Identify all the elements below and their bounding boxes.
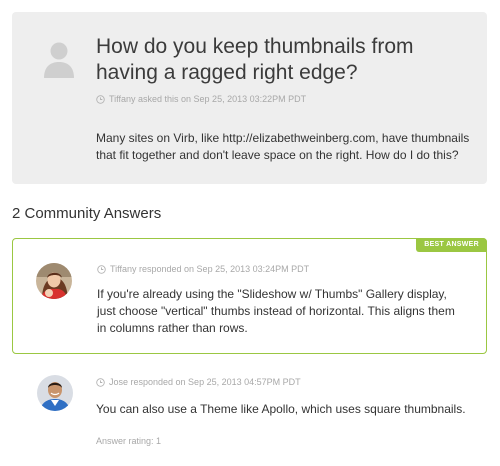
tiffany-avatar-icon xyxy=(36,263,72,299)
answer-meta-text: Tiffany responded on Sep 25, 2013 03:24P… xyxy=(110,264,310,274)
question-meta: Tiffany asked this on Sep 25, 2013 03:22… xyxy=(96,94,306,104)
clock-icon xyxy=(97,264,106,274)
question-body: Many sites on Virb, like http://elizabet… xyxy=(96,131,470,162)
answer-card: Jose responded on Sep 25, 2013 04:57PM P… xyxy=(12,365,487,460)
avatar[interactable] xyxy=(37,375,73,411)
question-card: How do you keep thumbnails from having a… xyxy=(12,12,487,184)
best-answer-card: BEST ANSWER Tiffany responded on Sep 25,… xyxy=(12,238,487,354)
default-user-avatar-icon xyxy=(44,42,74,78)
clock-icon xyxy=(96,94,105,104)
answer-meta-text: Jose responded on Sep 25, 2013 04:57PM P… xyxy=(109,377,301,387)
answer-meta: Jose responded on Sep 25, 2013 04:57PM P… xyxy=(96,377,301,387)
clock-icon xyxy=(96,377,105,387)
answer-text: If you're already using the "Slideshow w… xyxy=(97,287,455,335)
best-answer-badge: BEST ANSWER xyxy=(416,238,487,252)
answer-rating: Answer rating: 1 xyxy=(96,436,162,446)
question-title: How do you keep thumbnails from having a… xyxy=(96,35,414,84)
answer-text: You can also use a Theme like Apollo, wh… xyxy=(96,402,466,416)
answer-meta: Tiffany responded on Sep 25, 2013 03:24P… xyxy=(97,264,309,274)
jose-avatar-icon xyxy=(37,375,73,411)
answers-heading: 2 Community Answers xyxy=(12,205,162,222)
question-meta-text: Tiffany asked this on Sep 25, 2013 03:22… xyxy=(109,94,307,104)
avatar[interactable] xyxy=(36,263,72,299)
